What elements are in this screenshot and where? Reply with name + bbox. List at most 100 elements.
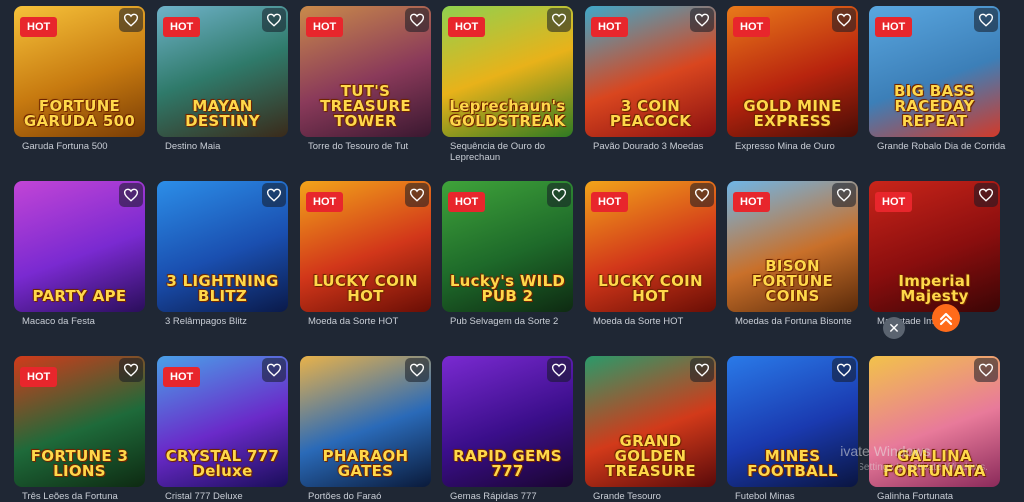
heart-icon bbox=[978, 363, 994, 377]
game-title[interactable]: Moedas da Fortuna Bisonte bbox=[735, 316, 875, 327]
favorite-button[interactable] bbox=[832, 183, 856, 207]
game-card[interactable]: BIG BASS RACEDAY REPEAT HOT bbox=[869, 6, 1000, 137]
game-title[interactable]: Cristal 777 Deluxe bbox=[165, 491, 305, 502]
hot-badge: HOT bbox=[163, 17, 201, 37]
game-grid: FORTUNE GARUDA 500 HOT Garuda Fortuna 500 M… bbox=[0, 0, 1024, 502]
game-card[interactable]: LUCKY COIN HOT HOT bbox=[585, 181, 716, 312]
game-title[interactable]: Gemas Rápidas 777 bbox=[450, 491, 590, 502]
game-title[interactable]: Moeda da Sorte HOT bbox=[308, 316, 448, 327]
game-logo: Leprechaun's GOLDSTREAK bbox=[449, 97, 566, 130]
game-card[interactable]: PARTY APE bbox=[14, 181, 145, 312]
game-title[interactable]: Garuda Fortuna 500 bbox=[22, 141, 162, 152]
game-title[interactable]: Pub Selvagem da Sorte 2 bbox=[450, 316, 590, 327]
game-card[interactable]: FORTUNE GARUDA 500 HOT bbox=[14, 6, 145, 137]
game-title[interactable]: Pavão Dourado 3 Moedas bbox=[593, 141, 733, 152]
game-logo: 3 COIN PEACOCK bbox=[609, 97, 692, 130]
favorite-button[interactable] bbox=[974, 183, 998, 207]
game-card[interactable]: RAPID GEMS 777 bbox=[442, 356, 573, 487]
favorite-button[interactable] bbox=[832, 358, 856, 382]
game-card[interactable]: 3 LIGHTNING BLITZ bbox=[157, 181, 288, 312]
game-card[interactable]: FORTUNE 3 LIONS HOT bbox=[14, 356, 145, 487]
game-logo: Lucky's WILD PUB 2 bbox=[449, 272, 566, 305]
favorite-button[interactable] bbox=[690, 183, 714, 207]
heart-icon bbox=[409, 188, 425, 202]
game-logo: MAYAN DESTINY bbox=[185, 97, 260, 130]
game-card[interactable]: BISON FORTUNE COINS HOT bbox=[727, 181, 858, 312]
close-icon[interactable]: ✕ bbox=[883, 317, 905, 339]
game-title[interactable]: 3 Relâmpagos Blitz bbox=[165, 316, 305, 327]
heart-icon bbox=[409, 13, 425, 27]
favorite-button[interactable] bbox=[547, 8, 571, 32]
game-card[interactable]: GOLD MINE EXPRESS HOT bbox=[727, 6, 858, 137]
game-logo: LUCKY COIN HOT bbox=[313, 272, 418, 305]
favorite-button[interactable] bbox=[119, 183, 143, 207]
hot-badge: HOT bbox=[163, 367, 201, 387]
game-card[interactable]: PHARAOH GATES bbox=[300, 356, 431, 487]
game-card[interactable]: CRYSTAL 777 Deluxe HOT bbox=[157, 356, 288, 487]
hot-badge: HOT bbox=[875, 17, 913, 37]
favorite-button[interactable] bbox=[119, 358, 143, 382]
heart-icon bbox=[551, 363, 567, 377]
heart-icon bbox=[978, 188, 994, 202]
favorite-button[interactable] bbox=[547, 358, 571, 382]
game-logo: 3 LIGHTNING BLITZ bbox=[166, 272, 279, 305]
game-title[interactable]: Expresso Mina de Ouro bbox=[735, 141, 875, 152]
scroll-to-top-button[interactable] bbox=[932, 304, 960, 332]
heart-icon bbox=[266, 13, 282, 27]
game-logo: LUCKY COIN HOT bbox=[598, 272, 703, 305]
game-logo: MINES FOOTBALL bbox=[747, 447, 838, 480]
game-title[interactable]: Grande Tesouro bbox=[593, 491, 733, 502]
heart-icon bbox=[836, 188, 852, 202]
game-card[interactable]: LUCKY COIN HOT HOT bbox=[300, 181, 431, 312]
hot-badge: HOT bbox=[875, 192, 913, 212]
game-logo: BIG BASS RACEDAY REPEAT bbox=[894, 82, 975, 130]
game-card[interactable]: Leprechaun's GOLDSTREAK HOT bbox=[442, 6, 573, 137]
game-card[interactable]: MINES FOOTBALL bbox=[727, 356, 858, 487]
game-title[interactable]: Sequência de Ouro do Leprechaun bbox=[450, 141, 590, 163]
game-card[interactable]: GRAND GOLDEN TREASURE bbox=[585, 356, 716, 487]
game-logo: GOLD MINE EXPRESS bbox=[743, 97, 842, 130]
favorite-button[interactable] bbox=[262, 8, 286, 32]
heart-icon bbox=[978, 13, 994, 27]
favorite-button[interactable] bbox=[405, 8, 429, 32]
game-title[interactable]: Três Leões da Fortuna bbox=[22, 491, 162, 502]
hot-badge: HOT bbox=[591, 17, 629, 37]
game-card[interactable]: Lucky's WILD PUB 2 HOT bbox=[442, 181, 573, 312]
favorite-button[interactable] bbox=[974, 358, 998, 382]
favorite-button[interactable] bbox=[119, 8, 143, 32]
hot-badge: HOT bbox=[20, 367, 58, 387]
favorite-button[interactable] bbox=[974, 8, 998, 32]
heart-icon bbox=[551, 13, 567, 27]
game-logo: CRYSTAL 777 Deluxe bbox=[165, 447, 280, 480]
hot-badge: HOT bbox=[306, 192, 344, 212]
game-title[interactable]: Torre do Tesouro de Tut bbox=[308, 141, 448, 152]
game-title[interactable]: Futebol Minas bbox=[735, 491, 875, 502]
game-title[interactable]: Moeda da Sorte HOT bbox=[593, 316, 733, 327]
favorite-button[interactable] bbox=[690, 358, 714, 382]
favorite-button[interactable] bbox=[832, 8, 856, 32]
game-title[interactable]: Portões do Faraó bbox=[308, 491, 448, 502]
favorite-button[interactable] bbox=[262, 183, 286, 207]
game-card[interactable]: Imperial Majesty HOT bbox=[869, 181, 1000, 312]
heart-icon bbox=[266, 188, 282, 202]
close-glyph: ✕ bbox=[888, 319, 900, 336]
game-card[interactable]: MAYAN DESTINY HOT bbox=[157, 6, 288, 137]
favorite-button[interactable] bbox=[405, 183, 429, 207]
heart-icon bbox=[836, 363, 852, 377]
hot-badge: HOT bbox=[591, 192, 629, 212]
game-title[interactable]: Macaco da Festa bbox=[22, 316, 162, 327]
game-card[interactable]: 3 COIN PEACOCK HOT bbox=[585, 6, 716, 137]
heart-icon bbox=[694, 363, 710, 377]
favorite-button[interactable] bbox=[405, 358, 429, 382]
game-card[interactable]: TUT'S TREASURE TOWER HOT bbox=[300, 6, 431, 137]
double-chevron-up-icon bbox=[939, 312, 953, 326]
favorite-button[interactable] bbox=[547, 183, 571, 207]
favorite-button[interactable] bbox=[262, 358, 286, 382]
game-title[interactable]: Grande Robalo Dia de Corrida bbox=[877, 141, 1017, 152]
game-title[interactable]: Galinha Fortunata bbox=[877, 491, 1017, 502]
favorite-button[interactable] bbox=[690, 8, 714, 32]
game-logo: BISON FORTUNE COINS bbox=[751, 257, 834, 305]
game-logo: RAPID GEMS 777 bbox=[453, 447, 562, 480]
game-title[interactable]: Destino Maia bbox=[165, 141, 305, 152]
hot-badge: HOT bbox=[20, 17, 58, 37]
